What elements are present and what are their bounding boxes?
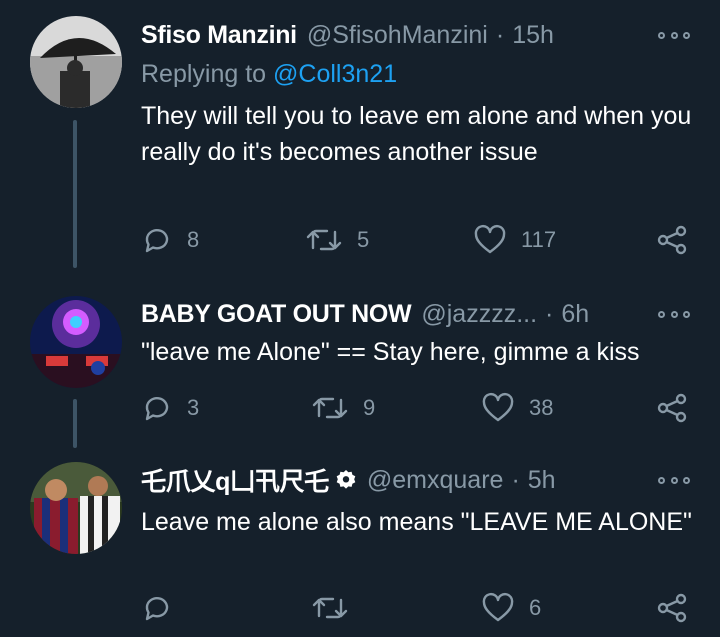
tweet-header: 乇爪乂q凵卂尺乇 @emxquare · 5h	[141, 462, 556, 498]
timestamp[interactable]: 6h	[561, 300, 589, 329]
tweet-1[interactable]: Sfiso Manzini @SfisohManzini · 15h Reply…	[0, 0, 720, 268]
share-button[interactable]	[655, 224, 689, 256]
reply-button[interactable]: 8	[141, 224, 199, 256]
replying-to: Replying to @Coll3n21	[141, 60, 397, 89]
thread-line	[73, 399, 77, 448]
tweet-text: Leave me alone also means "LEAVE ME ALON…	[141, 508, 692, 536]
tweet-3[interactable]: 乇爪乂q凵卂尺乇 @emxquare · 5h Leave me alone a…	[0, 448, 720, 637]
reply-button[interactable]	[141, 592, 187, 624]
verified-badge-icon	[336, 470, 356, 489]
retweet-count: 5	[357, 227, 370, 252]
umbrella-photo-avatar	[30, 16, 122, 108]
reply-icon	[145, 229, 169, 253]
like-button[interactable]: 38	[481, 392, 553, 424]
heart-icon	[482, 392, 514, 422]
reply-icon	[145, 597, 169, 621]
more-options-icon[interactable]	[658, 30, 690, 40]
share-icon	[657, 225, 687, 255]
footballers-photo-avatar	[30, 462, 122, 554]
avatar[interactable]	[30, 16, 122, 108]
share-icon	[657, 593, 687, 623]
avatar[interactable]	[30, 462, 122, 554]
stage-photo-avatar	[30, 296, 122, 388]
avatar[interactable]	[30, 296, 122, 388]
retweet-icon	[306, 229, 342, 251]
retweet-icon	[312, 397, 348, 419]
display-name[interactable]: Sfiso Manzini	[141, 21, 297, 50]
username[interactable]: @SfisohManzini	[307, 21, 488, 50]
share-icon	[657, 393, 687, 423]
tweet-text: They will tell you to leave em alone and…	[141, 102, 692, 166]
reply-count: 3	[187, 395, 200, 420]
display-name[interactable]: 乇爪乂q凵卂尺乇	[141, 462, 329, 498]
reply-count: 8	[187, 227, 200, 252]
like-count: 38	[529, 395, 554, 420]
retweet-button[interactable]: 9	[311, 392, 375, 424]
tweet-header: BABY GOAT OUT NOW @jazzzz... · 6h	[141, 296, 589, 332]
timestamp[interactable]: 5h	[528, 466, 556, 495]
tweet-2[interactable]: BABY GOAT OUT NOW @jazzzz... · 6h "leave…	[0, 268, 720, 448]
username[interactable]: @jazzzz...	[421, 300, 537, 329]
retweet-icon	[312, 597, 348, 619]
like-count: 6	[529, 595, 542, 620]
heart-icon	[482, 592, 514, 622]
tweet-text: "leave me Alone" == Stay here, gimme a k…	[141, 338, 640, 366]
display-name[interactable]: BABY GOAT OUT NOW	[141, 300, 412, 329]
reply-icon	[145, 397, 169, 421]
like-button[interactable]: 6	[481, 592, 541, 624]
like-button[interactable]: 117	[473, 224, 556, 256]
replying-to-label: Replying to	[141, 60, 267, 88]
tweet-actions: 3 9 38	[141, 392, 701, 426]
retweet-count: 9	[363, 395, 376, 420]
heart-icon	[474, 224, 506, 254]
retweet-button[interactable]	[311, 592, 363, 624]
timestamp[interactable]: 15h	[512, 21, 554, 50]
reply-button[interactable]: 3	[141, 392, 199, 424]
tweet-header: Sfiso Manzini @SfisohManzini · 15h	[141, 17, 554, 53]
separator-dot: ·	[545, 299, 554, 328]
separator-dot: ·	[495, 20, 505, 49]
username[interactable]: @emxquare	[367, 466, 504, 495]
tweet-actions: 8 5 117	[141, 224, 701, 258]
like-count: 117	[521, 227, 557, 252]
share-button[interactable]	[655, 392, 689, 424]
reply-mention-link[interactable]: @Coll3n21	[273, 60, 397, 88]
retweet-button[interactable]: 5	[305, 224, 369, 256]
separator-dot: ·	[511, 465, 520, 494]
tweet-actions: 6	[141, 592, 701, 626]
more-options-icon[interactable]	[658, 475, 690, 485]
more-options-icon[interactable]	[658, 309, 690, 319]
thread-line	[73, 120, 77, 268]
share-button[interactable]	[655, 592, 689, 624]
